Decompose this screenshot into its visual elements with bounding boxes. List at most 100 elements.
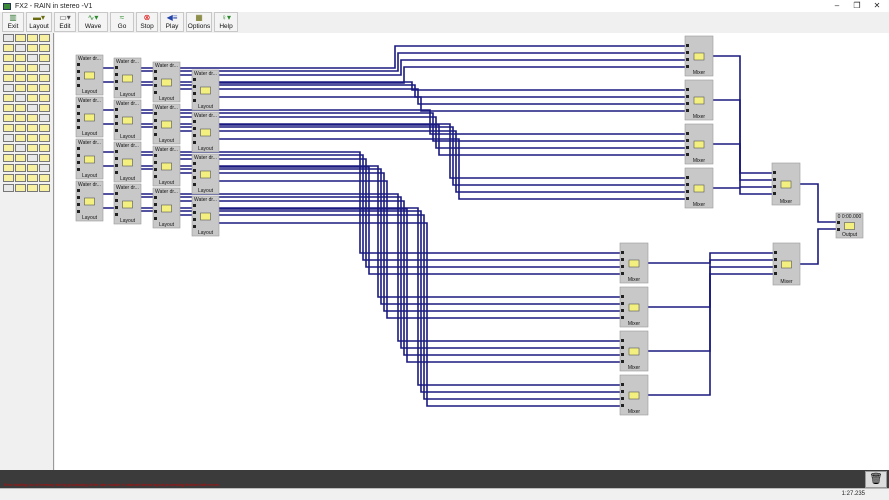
- input-port[interactable]: [621, 309, 624, 312]
- input-port[interactable]: [77, 168, 80, 171]
- palette-module-icon[interactable]: [3, 164, 14, 172]
- input-port[interactable]: [77, 63, 80, 66]
- mixer-module[interactable]: Mixer: [684, 123, 714, 165]
- input-port[interactable]: [77, 154, 80, 157]
- input-port[interactable]: [154, 161, 157, 164]
- water-drops-module[interactable]: Water dr... Layout: [191, 111, 220, 153]
- input-port[interactable]: [686, 58, 689, 61]
- input-port[interactable]: [621, 383, 624, 386]
- input-port[interactable]: [154, 154, 157, 157]
- palette-module-icon[interactable]: [15, 34, 26, 42]
- palette-module-icon[interactable]: [39, 144, 50, 152]
- input-port[interactable]: [686, 88, 689, 91]
- input-port[interactable]: [686, 197, 689, 200]
- input-port[interactable]: [686, 109, 689, 112]
- input-port[interactable]: [686, 95, 689, 98]
- water-drops-module[interactable]: Water dr... Layout: [152, 187, 181, 229]
- palette-module-icon[interactable]: [27, 94, 38, 102]
- palette-module-icon[interactable]: [39, 64, 50, 72]
- input-port[interactable]: [837, 221, 840, 224]
- palette-module-icon[interactable]: [27, 134, 38, 142]
- palette-module-icon[interactable]: [39, 164, 50, 172]
- input-port[interactable]: [773, 171, 776, 174]
- input-port[interactable]: [621, 390, 624, 393]
- palette-module-icon[interactable]: [39, 154, 50, 162]
- input-port[interactable]: [621, 258, 624, 261]
- palette-module-icon[interactable]: [39, 104, 50, 112]
- input-port[interactable]: [621, 404, 624, 407]
- input-port[interactable]: [154, 203, 157, 206]
- palette-module-icon[interactable]: [15, 114, 26, 122]
- input-port[interactable]: [193, 211, 196, 214]
- palette-module-icon[interactable]: [27, 44, 38, 52]
- input-port[interactable]: [837, 228, 840, 231]
- input-port[interactable]: [621, 360, 624, 363]
- palette-module-icon[interactable]: [39, 84, 50, 92]
- input-port[interactable]: [193, 218, 196, 221]
- palette-module-icon[interactable]: [15, 54, 26, 62]
- input-port[interactable]: [77, 189, 80, 192]
- input-port[interactable]: [193, 169, 196, 172]
- water-drops-module[interactable]: Water dr... Layout: [113, 183, 142, 225]
- palette-module-icon[interactable]: [3, 104, 14, 112]
- palette-module-icon[interactable]: [15, 44, 26, 52]
- input-port[interactable]: [193, 204, 196, 207]
- input-port[interactable]: [774, 265, 777, 268]
- input-port[interactable]: [154, 77, 157, 80]
- palette-module-icon[interactable]: [3, 114, 14, 122]
- input-port[interactable]: [115, 171, 118, 174]
- input-port[interactable]: [621, 302, 624, 305]
- palette-module-icon[interactable]: [39, 54, 50, 62]
- palette-module-icon[interactable]: [39, 124, 50, 132]
- palette-module-icon[interactable]: [27, 124, 38, 132]
- input-port[interactable]: [154, 196, 157, 199]
- input-port[interactable]: [774, 258, 777, 261]
- mixer-module[interactable]: Mixer: [619, 374, 649, 416]
- input-port[interactable]: [686, 190, 689, 193]
- water-drops-module[interactable]: Water dr... Layout: [75, 96, 104, 138]
- input-port[interactable]: [774, 272, 777, 275]
- input-port[interactable]: [773, 192, 776, 195]
- palette-module-icon[interactable]: [3, 184, 14, 192]
- palette-module-icon[interactable]: [39, 184, 50, 192]
- input-port[interactable]: [154, 133, 157, 136]
- palette-module-icon[interactable]: [15, 84, 26, 92]
- trash-icon[interactable]: 🗑: [865, 471, 887, 488]
- water-drops-module[interactable]: Water dr... Layout: [152, 103, 181, 145]
- palette-module-icon[interactable]: [15, 164, 26, 172]
- palette-module-icon[interactable]: [27, 54, 38, 62]
- input-port[interactable]: [115, 192, 118, 195]
- mixer-module[interactable]: Mixer: [619, 286, 649, 328]
- palette-module-icon[interactable]: [27, 114, 38, 122]
- palette-module-icon[interactable]: [39, 74, 50, 82]
- input-port[interactable]: [686, 102, 689, 105]
- palette-module-icon[interactable]: [27, 154, 38, 162]
- input-port[interactable]: [193, 120, 196, 123]
- palette-module-icon[interactable]: [27, 104, 38, 112]
- water-drops-module[interactable]: Water dr... Layout: [113, 141, 142, 183]
- water-drops-module[interactable]: Water dr... Layout: [75, 54, 104, 96]
- water-drops-module[interactable]: Water dr... Layout: [113, 57, 142, 99]
- palette-module-icon[interactable]: [3, 74, 14, 82]
- palette-module-icon[interactable]: [15, 104, 26, 112]
- input-port[interactable]: [77, 77, 80, 80]
- input-port[interactable]: [621, 353, 624, 356]
- exit-button[interactable]: ▥ Exit: [2, 12, 24, 32]
- input-port[interactable]: [193, 85, 196, 88]
- input-port[interactable]: [621, 339, 624, 342]
- input-port[interactable]: [115, 157, 118, 160]
- input-port[interactable]: [686, 132, 689, 135]
- input-port[interactable]: [115, 122, 118, 125]
- input-port[interactable]: [115, 150, 118, 153]
- water-drops-module[interactable]: Water dr... Layout: [191, 195, 220, 237]
- palette-module-icon[interactable]: [3, 84, 14, 92]
- palette-module-icon[interactable]: [3, 54, 14, 62]
- input-port[interactable]: [77, 84, 80, 87]
- input-port[interactable]: [686, 153, 689, 156]
- patch-canvas[interactable]: Water dr... Layout Water dr... Layout Water …: [55, 33, 889, 470]
- input-port[interactable]: [77, 119, 80, 122]
- palette-module-icon[interactable]: [39, 174, 50, 182]
- input-port[interactable]: [154, 210, 157, 213]
- palette-module-icon[interactable]: [3, 44, 14, 52]
- palette-module-icon[interactable]: [27, 184, 38, 192]
